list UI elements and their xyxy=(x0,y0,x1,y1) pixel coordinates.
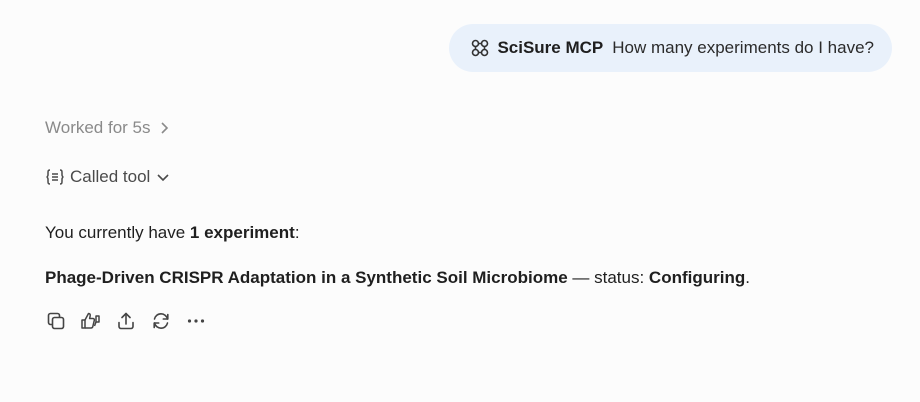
called-tool-toggle[interactable]: Called tool xyxy=(45,167,170,187)
more-icon[interactable] xyxy=(185,310,207,332)
chevron-right-icon xyxy=(159,121,169,135)
worked-duration-label: Worked for 5s xyxy=(45,118,151,137)
mcp-tool-icon xyxy=(471,39,489,57)
answer-summary: You currently have 1 experiment: xyxy=(45,223,300,242)
message-actions xyxy=(45,310,220,332)
thumbs-feedback-icon[interactable] xyxy=(80,310,102,332)
user-message-text: How many experiments do I have? xyxy=(612,38,874,57)
worked-duration-toggle[interactable]: Worked for 5s xyxy=(45,118,169,138)
regenerate-icon[interactable] xyxy=(150,310,172,332)
called-tool-label: Called tool xyxy=(70,167,151,186)
chevron-down-icon xyxy=(156,172,170,182)
experiment-count: 1 experiment xyxy=(189,223,295,242)
copy-icon[interactable] xyxy=(45,310,67,332)
experiment-name: Phage-Driven CRISPR Adaptation in a Synt… xyxy=(45,268,568,287)
experiment-entry: Phage-Driven CRISPR Adaptation in a Synt… xyxy=(45,268,750,287)
mcp-tool-name: SciSure MCP xyxy=(497,38,604,57)
tool-braces-icon xyxy=(45,168,65,186)
share-icon[interactable] xyxy=(115,310,137,332)
experiment-status: Configuring xyxy=(648,268,746,287)
user-message-bubble: SciSure MCP How many experiments do I ha… xyxy=(449,24,892,72)
